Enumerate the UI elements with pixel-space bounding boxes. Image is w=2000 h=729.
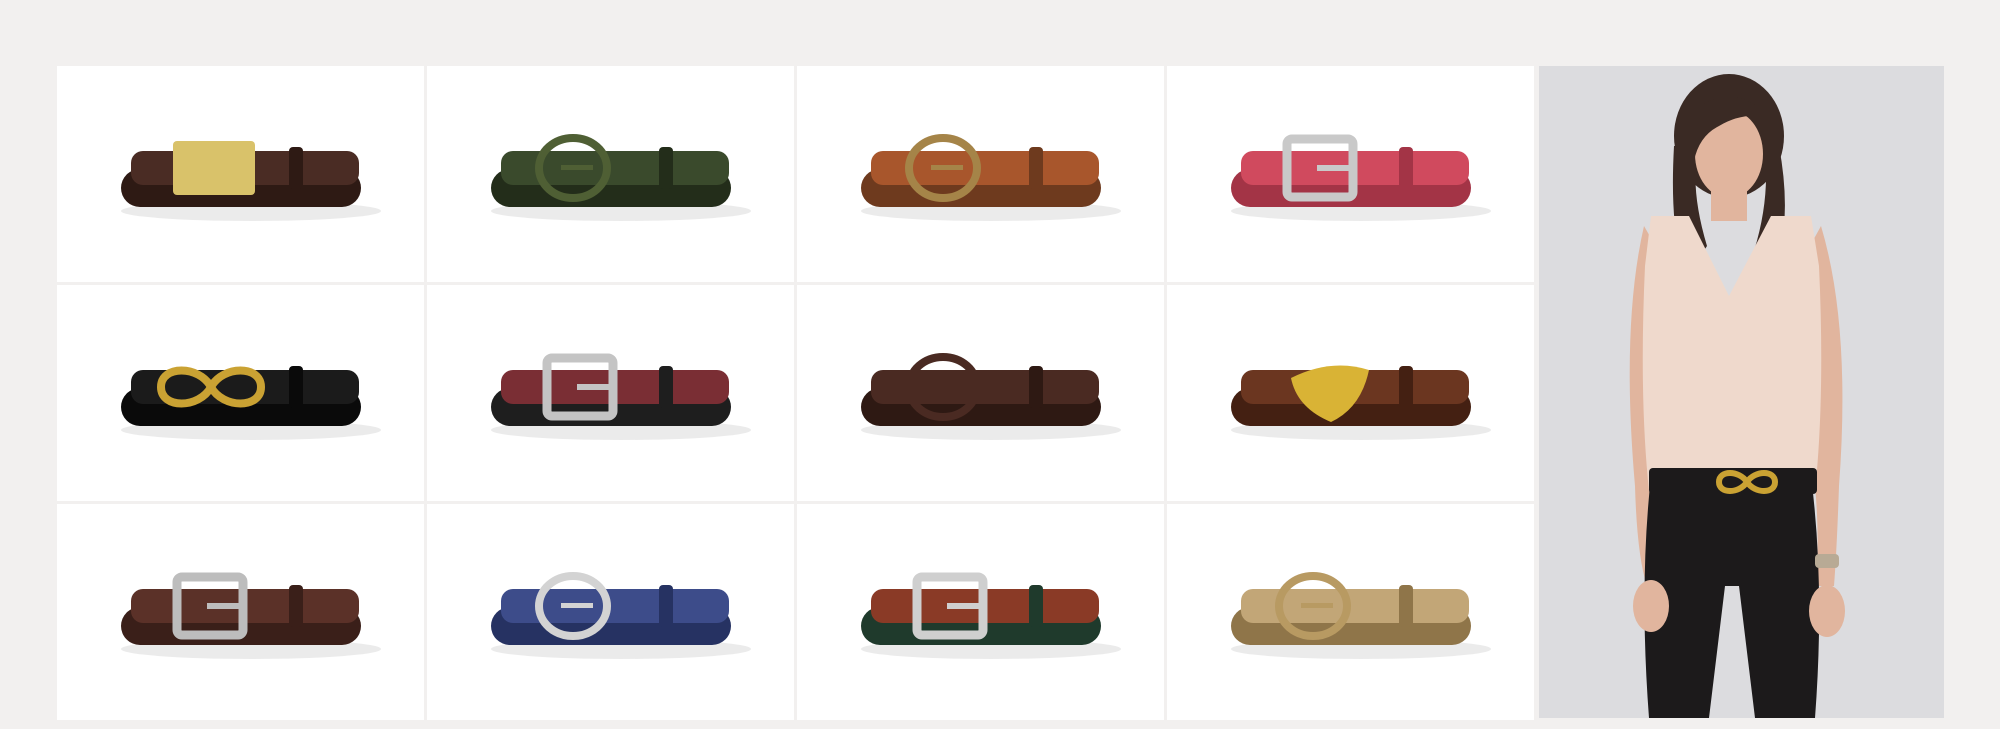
product-tile-navy-lizard-silver-buckle-belt[interactable]	[427, 504, 794, 720]
model-photo-image	[1539, 66, 1944, 718]
product-tile-brown-croc-gold-shield-belt[interactable]	[1167, 285, 1534, 501]
product-tile-brown-leather-silver-buckle-belt[interactable]	[57, 504, 424, 720]
black-burgundy-stripe-belt-image	[490, 353, 751, 440]
product-tile-croc-woven-green-belt[interactable]	[797, 504, 1164, 720]
model-photo[interactable]	[1539, 66, 1944, 718]
product-tile-dark-brown-lizard-belt[interactable]	[797, 285, 1164, 501]
product-grid	[57, 66, 1534, 720]
product-tile-black-burgundy-stripe-belt[interactable]	[427, 285, 794, 501]
product-tile-black-gold-infinity-belt[interactable]	[57, 285, 424, 501]
croc-woven-green-belt-image	[860, 572, 1121, 659]
brown-leather-silver-buckle-belt-image	[120, 572, 381, 659]
pink-lizard-silver-buckle-belt-image	[1230, 134, 1491, 221]
black-gold-infinity-belt-image	[120, 366, 381, 440]
navy-lizard-silver-buckle-belt-image	[490, 572, 751, 659]
product-tile-olive-croc-belt[interactable]	[427, 66, 794, 282]
brown-croc-gold-plaque-belt-image	[120, 141, 381, 221]
braided-tan-rust-belt-image	[860, 134, 1121, 221]
product-tile-brown-croc-gold-plaque-belt[interactable]	[57, 66, 424, 282]
dark-brown-lizard-belt-image	[860, 353, 1121, 440]
tan-croc-belt-image	[1230, 572, 1491, 659]
product-tile-braided-tan-rust-belt[interactable]	[797, 66, 1164, 282]
olive-croc-belt-image	[490, 134, 751, 221]
brown-croc-gold-shield-belt-image	[1230, 365, 1491, 440]
product-tile-pink-lizard-silver-buckle-belt[interactable]	[1167, 66, 1534, 282]
product-tile-tan-croc-belt[interactable]	[1167, 504, 1534, 720]
